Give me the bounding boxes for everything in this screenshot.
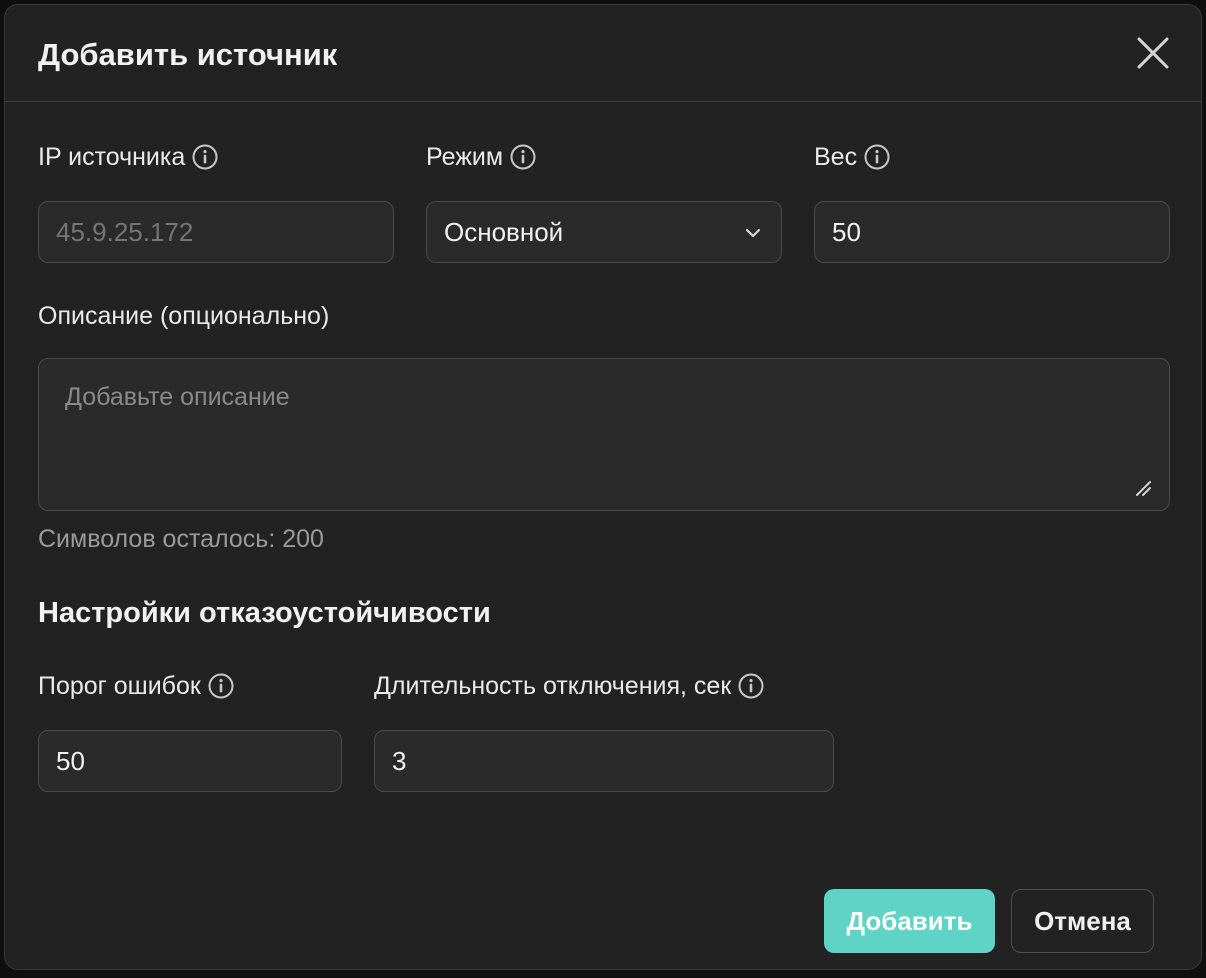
ip-source-field[interactable]: [38, 201, 394, 263]
ip-source-label-text: IP источника: [38, 143, 186, 171]
ip-source-label: IP источника: [38, 142, 219, 172]
disable-duration-label-text: Длительность отключения, сек: [374, 672, 732, 700]
description-label-text: Описание (опционально): [38, 302, 330, 330]
error-threshold-label: Порог ошибок: [38, 671, 235, 701]
disable-duration-field[interactable]: [374, 730, 834, 792]
info-icon[interactable]: [737, 672, 765, 700]
weight-input[interactable]: [815, 202, 1169, 262]
characters-remaining: Символов осталось: 200: [38, 525, 324, 553]
description-field[interactable]: [38, 358, 1170, 511]
ip-source-input[interactable]: [39, 202, 393, 262]
info-icon[interactable]: [509, 143, 537, 171]
info-icon[interactable]: [207, 672, 235, 700]
error-threshold-label-text: Порог ошибок: [38, 672, 201, 700]
cancel-button[interactable]: Отмена: [1011, 889, 1154, 953]
close-button[interactable]: [1133, 33, 1173, 73]
weight-field[interactable]: [814, 201, 1170, 263]
dialog-title: Добавить источник: [38, 37, 338, 72]
add-button[interactable]: Добавить: [824, 889, 995, 953]
info-icon[interactable]: [191, 143, 219, 171]
weight-label-text: Вес: [814, 143, 858, 171]
weight-label: Вес: [814, 142, 891, 172]
resize-handle-icon[interactable]: [1133, 478, 1153, 498]
close-icon: [1137, 37, 1169, 69]
fault-tolerance-title: Настройки отказоустойчивости: [38, 597, 491, 629]
add-source-dialog: Добавить источник IP источника Режим: [4, 4, 1202, 970]
disable-duration-label: Длительность отключения, сек: [374, 671, 765, 701]
mode-selected-value: Основной: [444, 217, 564, 247]
dialog-header: Добавить источник: [5, 5, 1201, 102]
mode-select[interactable]: Основной: [426, 201, 782, 263]
chevron-down-icon: [743, 223, 763, 243]
error-threshold-field[interactable]: [38, 730, 342, 792]
disable-duration-input[interactable]: [375, 731, 833, 791]
error-threshold-input[interactable]: [39, 731, 341, 791]
mode-label: Режим: [426, 142, 537, 172]
description-textarea[interactable]: [39, 359, 1169, 510]
info-icon[interactable]: [863, 143, 891, 171]
description-label: Описание (опционально): [38, 301, 329, 331]
mode-label-text: Режим: [426, 143, 504, 171]
